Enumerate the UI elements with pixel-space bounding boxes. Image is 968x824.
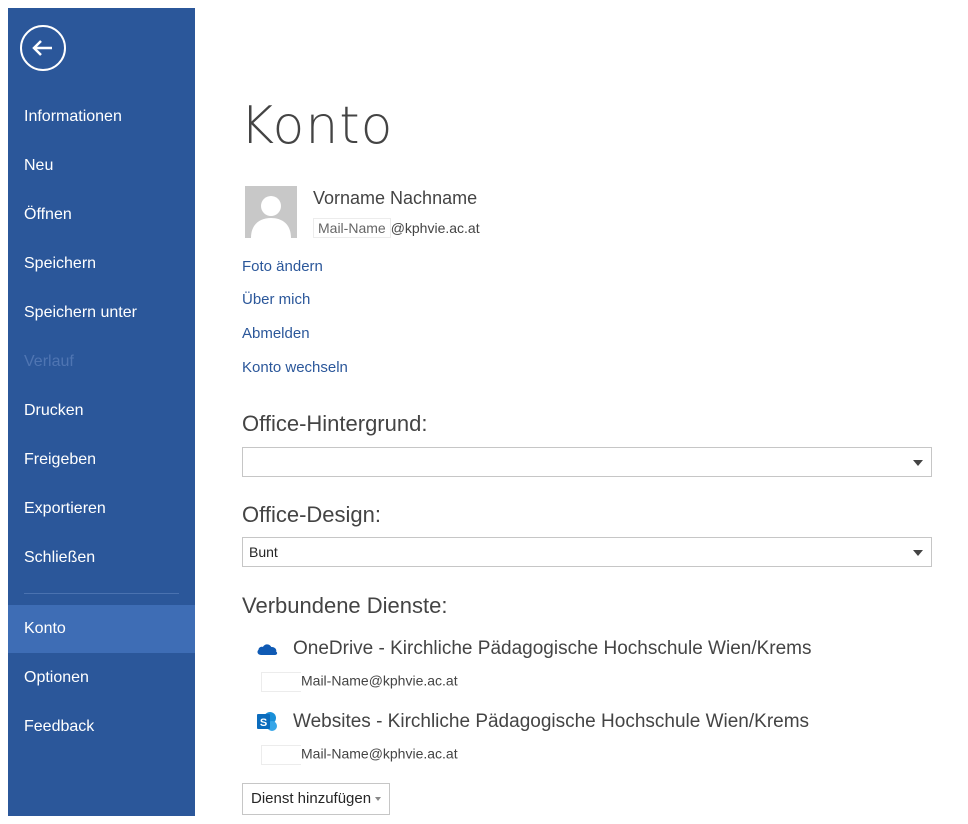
mail-domain-text: @kphvie.ac.at [368, 745, 458, 762]
nav-item-exportieren[interactable]: Exportieren [8, 485, 195, 533]
user-email: Mail-Name @kphvie.ac.at [313, 218, 480, 238]
nav-item-freigeben[interactable]: Freigeben [8, 436, 195, 484]
page-title: Konto [240, 96, 394, 156]
svg-text:S: S [260, 717, 267, 729]
mail-mask [261, 745, 301, 765]
nav-divider [24, 593, 179, 594]
sign-out-link[interactable]: Abmelden [242, 325, 310, 342]
mail-domain-text: @kphvie.ac.at [368, 672, 458, 689]
mail-mask [261, 672, 301, 692]
connected-services-label: Verbundene Dienste: [242, 593, 448, 618]
add-service-button[interactable]: Dienst hinzufügen [242, 783, 391, 815]
office-design-value: Bunt [249, 544, 278, 560]
nav-item-verlauf: Verlauf [24, 353, 74, 370]
nav-item-schliessen[interactable]: Schließen [8, 534, 195, 582]
onedrive-cloud-icon [255, 637, 279, 661]
nav-item-drucken[interactable]: Drucken [8, 387, 195, 435]
mail-name-field: Mail-Name [313, 218, 391, 238]
nav-item-speichern[interactable]: Speichern [8, 240, 195, 288]
nav-item-konto[interactable]: Konto [8, 605, 195, 653]
office-design-label: Office-Design: [242, 502, 381, 527]
back-button[interactable] [20, 25, 66, 71]
arrow-left-icon [32, 40, 52, 56]
avatar[interactable] [245, 186, 297, 238]
backstage-sidebar: Informationen Neu Öffnen Speichern Speic… [8, 8, 195, 816]
switch-account-link[interactable]: Konto wechseln [242, 359, 348, 376]
nav-item-neu[interactable]: Neu [8, 142, 195, 190]
sharepoint-icon: S [255, 710, 279, 734]
nav-item-optionen[interactable]: Optionen [8, 654, 195, 702]
sharepoint-service-name: Websites - Kirchliche Pädagogische Hochs… [293, 711, 810, 732]
nav-item-speichern-unter[interactable]: Speichern unter [8, 289, 195, 337]
onedrive-service-name: OneDrive - Kirchliche Pädagogische Hochs… [293, 638, 812, 659]
sharepoint-service-email: Mail-Name@kphvie.ac.at [261, 745, 458, 765]
office-background-label: Office-Hintergrund: [242, 411, 428, 436]
about-me-link[interactable]: Über mich [242, 291, 310, 308]
change-photo-link[interactable]: Foto ändern [242, 258, 323, 275]
user-display-name: Vorname Nachname [313, 188, 478, 208]
nav-item-oeffnen[interactable]: Öffnen [8, 191, 195, 239]
mail-domain: @kphvie.ac.at [390, 220, 480, 236]
office-background-dropdown[interactable] [242, 447, 932, 477]
dropdown-caret-icon [375, 797, 382, 802]
chevron-down-icon [913, 550, 923, 556]
mail-name-text: Mail-Name [301, 672, 369, 689]
onedrive-service-email: Mail-Name@kphvie.ac.at [261, 672, 458, 692]
user-silhouette-icon [245, 186, 297, 238]
nav-item-feedback[interactable]: Feedback [8, 703, 195, 751]
mail-name-text: Mail-Name [301, 745, 369, 762]
add-service-label: Dienst hinzufügen [251, 790, 372, 807]
account-page: Konto Vorname Nachname Mail-Name @kphvie.… [195, 8, 960, 816]
office-design-dropdown[interactable]: Bunt [242, 537, 932, 567]
chevron-down-icon [913, 460, 923, 466]
nav-item-informationen[interactable]: Informationen [8, 93, 195, 141]
